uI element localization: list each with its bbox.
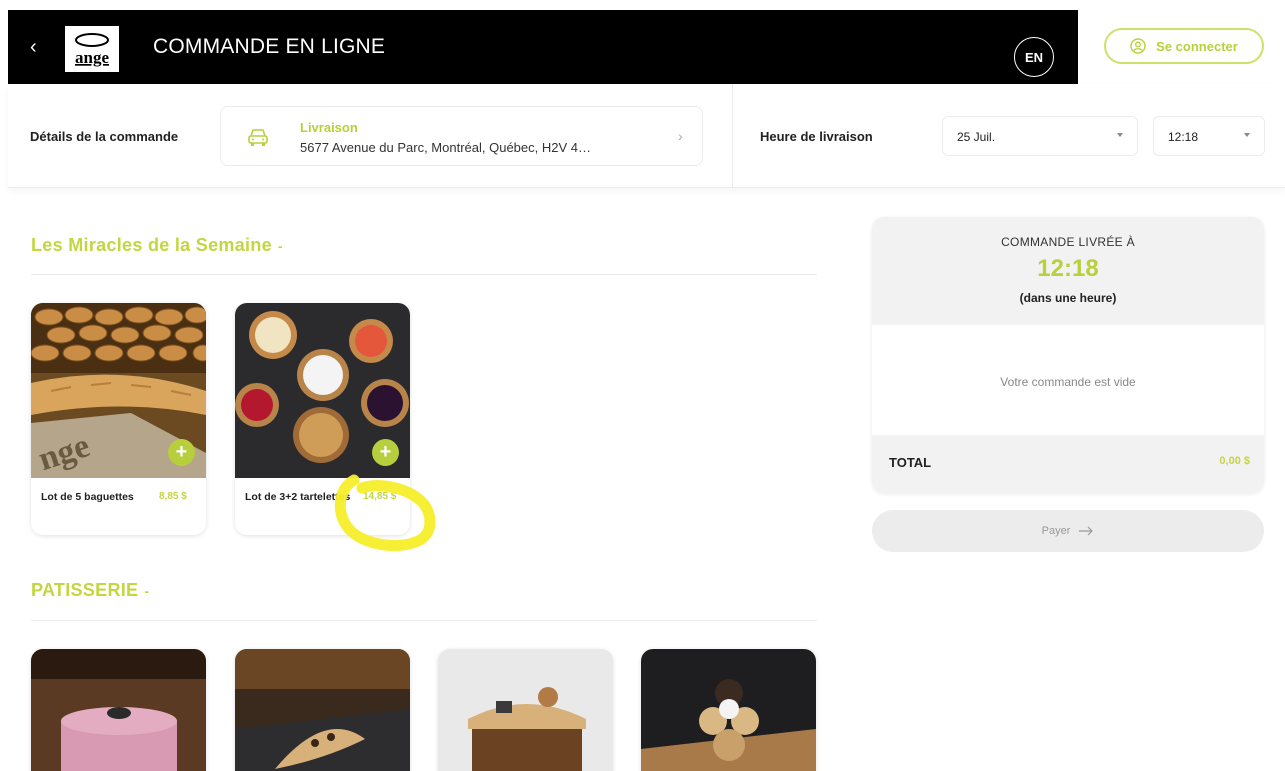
product-card-baguettes[interactable]: nge + Lot de 5 baguettes 8,85 $ (31, 303, 206, 535)
product-image-eclair (235, 649, 410, 771)
collapse-toggle[interactable]: - (144, 583, 149, 599)
section-title-patisserie[interactable]: PATISSERIE - (31, 580, 149, 601)
delivery-time-label: Heure de livraison (760, 129, 873, 144)
order-summary-panel: COMMANDE LIVRÉE À 12:18 (dans une heure)… (872, 217, 1264, 493)
product-name: Lot de 5 baguettes (41, 491, 134, 503)
delivery-hour-select[interactable]: 12:18 (1153, 116, 1265, 156)
product-price: 8,85 $ (159, 491, 187, 502)
user-circle-icon (1130, 38, 1146, 54)
delivery-date-select[interactable]: 25 Juil. (942, 116, 1138, 156)
delivered-label: COMMANDE LIVRÉE À (1001, 235, 1135, 249)
product-image-cake (438, 649, 613, 771)
arrow-right-icon (1079, 526, 1094, 536)
product-card-pastry[interactable] (235, 649, 410, 771)
section-divider (31, 274, 817, 275)
delivery-mode-label: Livraison (300, 120, 358, 135)
delivered-time: 12:18 (1037, 255, 1099, 282)
total-row: TOTAL 0,00 $ (872, 435, 1264, 493)
top-header-bar: ‹ ange COMMANDE EN LIGNE EN (8, 10, 1078, 84)
divider (732, 84, 733, 188)
product-image-macaron (31, 649, 206, 771)
delivery-hour-value: 12:18 (1168, 130, 1199, 144)
order-details-label: Détails de la commande (30, 129, 179, 144)
product-card-pastry[interactable] (31, 649, 206, 771)
product-card-pastry[interactable] (641, 649, 816, 771)
chevron-left-icon[interactable]: ‹ (30, 37, 37, 57)
total-value: 0,00 $ (1219, 455, 1250, 467)
car-icon (248, 129, 268, 146)
pay-label: Payer (1041, 525, 1071, 537)
login-label: Se connecter (1156, 38, 1238, 54)
add-to-cart-button[interactable]: + (372, 439, 399, 466)
section-divider (31, 620, 817, 621)
brand-logo[interactable]: ange (65, 26, 119, 72)
product-name: Lot de 3+2 tartelettes (245, 491, 351, 503)
delivery-mode-card[interactable]: Livraison 5677 Avenue du Parc, Montréal,… (220, 106, 703, 166)
delivery-time-summary: COMMANDE LIVRÉE À 12:18 (dans une heure) (872, 217, 1264, 325)
page-title: COMMANDE EN LIGNE (153, 35, 386, 58)
language-button[interactable]: EN (1014, 37, 1054, 77)
product-card-tartelettes[interactable]: + Lot de 3+2 tartelettes 14,85 $ (235, 303, 410, 535)
empty-cart-message: Votre commande est vide (1000, 375, 1136, 389)
caret-down-icon (1117, 133, 1123, 137)
svg-text:ange: ange (75, 48, 109, 67)
product-image-choux (641, 649, 816, 771)
delivered-subtext: (dans une heure) (1019, 291, 1117, 305)
section-title-text: Les Miracles de la Semaine (31, 235, 272, 255)
section-title-miracles[interactable]: Les Miracles de la Semaine - (31, 235, 283, 256)
total-label: TOTAL (889, 455, 932, 470)
collapse-toggle[interactable]: - (278, 238, 283, 254)
caret-down-icon (1244, 133, 1250, 137)
product-card-pastry[interactable] (438, 649, 613, 771)
add-to-cart-button[interactable]: + (168, 439, 195, 466)
product-price: 14,85 $ (363, 491, 397, 502)
order-details-bar: Détails de la commande Livraison 5677 Av… (8, 84, 1285, 188)
chevron-right-icon: › (678, 128, 683, 144)
section-title-text: PATISSERIE (31, 580, 139, 600)
delivery-date-value: 25 Juil. (957, 130, 996, 144)
pay-button[interactable]: Payer (872, 510, 1264, 552)
login-button[interactable]: Se connecter (1104, 28, 1264, 64)
delivery-address: 5677 Avenue du Parc, Montréal, Québec, H… (300, 140, 591, 155)
